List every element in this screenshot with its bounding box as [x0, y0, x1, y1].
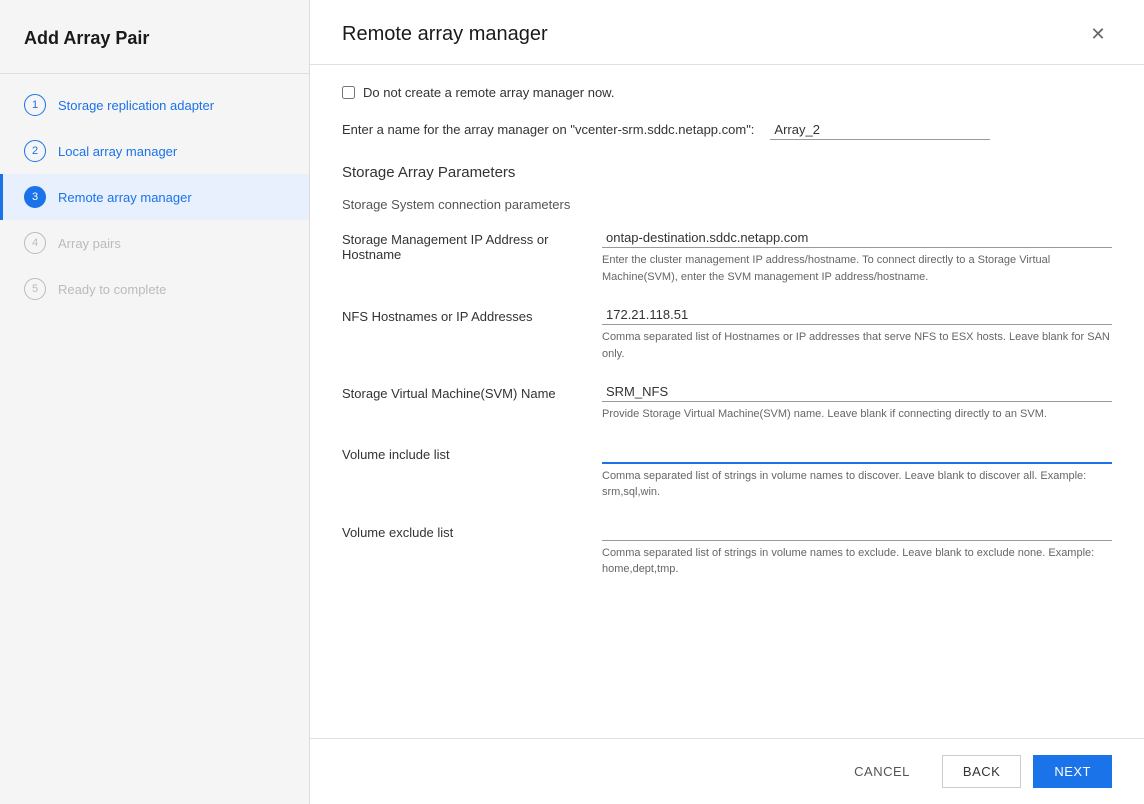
back-button[interactable]: BACK: [942, 755, 1021, 788]
volume-exclude-right: Comma separated list of strings in volum…: [602, 521, 1112, 578]
storage-mgmt-ip-right: Enter the cluster management IP address/…: [602, 228, 1112, 285]
main-header: Remote array manager ✕: [310, 0, 1144, 65]
section-subheader: Storage System connection parameters: [342, 197, 1112, 212]
storage-mgmt-ip-row: Storage Management IP Address or Hostnam…: [342, 228, 1112, 285]
svm-name-label: Storage Virtual Machine(SVM) Name: [342, 382, 602, 401]
step-3-label: Remote array manager: [58, 190, 192, 205]
nfs-hostnames-label: NFS Hostnames or IP Addresses: [342, 305, 602, 324]
storage-mgmt-ip-input[interactable]: [602, 228, 1112, 248]
main-body: Do not create a remote array manager now…: [310, 65, 1144, 738]
no-remote-manager-row: Do not create a remote array manager now…: [342, 85, 1112, 100]
step-4-number: 4: [24, 232, 46, 254]
volume-exclude-row: Volume exclude list Comma separated list…: [342, 521, 1112, 578]
nfs-hostnames-hint: Comma separated list of Hostnames or IP …: [602, 329, 1112, 362]
step-1-label: Storage replication adapter: [58, 98, 214, 113]
volume-exclude-hint: Comma separated list of strings in volum…: [602, 545, 1112, 578]
checkbox-label: Do not create a remote array manager now…: [363, 85, 614, 100]
add-array-pair-dialog: Add Array Pair 1 Storage replication ada…: [0, 0, 1144, 804]
sidebar-step-3[interactable]: 3 Remote array manager: [0, 174, 309, 220]
step-5-number: 5: [24, 278, 46, 300]
section-header: Storage Array Parameters: [342, 164, 1112, 181]
dialog-title: Add Array Pair: [0, 0, 309, 74]
close-button[interactable]: ✕: [1084, 20, 1112, 48]
nfs-hostnames-input[interactable]: [602, 305, 1112, 325]
array-name-label: Enter a name for the array manager on "v…: [342, 122, 754, 137]
step-3-number: 3: [24, 186, 46, 208]
dialog-footer: CANCEL BACK NEXT: [310, 738, 1144, 804]
sidebar-step-5: 5 Ready to complete: [0, 266, 309, 312]
step-2-number: 2: [24, 140, 46, 162]
volume-include-right: Comma separated list of strings in volum…: [602, 443, 1112, 501]
steps-list: 1 Storage replication adapter 2 Local ar…: [0, 74, 309, 320]
cancel-button[interactable]: CANCEL: [834, 756, 930, 787]
storage-mgmt-ip-hint: Enter the cluster management IP address/…: [602, 252, 1112, 285]
step-5-label: Ready to complete: [58, 282, 166, 297]
volume-include-hint: Comma separated list of strings in volum…: [602, 468, 1112, 501]
step-1-number: 1: [24, 94, 46, 116]
next-button[interactable]: NEXT: [1033, 755, 1112, 788]
dialog-body: Add Array Pair 1 Storage replication ada…: [0, 0, 1144, 804]
sidebar-step-4: 4 Array pairs: [0, 220, 309, 266]
svm-name-row: Storage Virtual Machine(SVM) Name Provid…: [342, 382, 1112, 423]
volume-exclude-label: Volume exclude list: [342, 521, 602, 540]
volume-include-row: Volume include list Comma separated list…: [342, 443, 1112, 501]
storage-mgmt-ip-label: Storage Management IP Address or Hostnam…: [342, 228, 602, 262]
volume-include-input[interactable]: [602, 443, 1112, 464]
no-remote-manager-checkbox[interactable]: [342, 86, 355, 99]
volume-exclude-input[interactable]: [602, 521, 1112, 541]
main-title: Remote array manager: [342, 23, 548, 46]
nfs-hostnames-row: NFS Hostnames or IP Addresses Comma sepa…: [342, 305, 1112, 362]
svm-name-input[interactable]: [602, 382, 1112, 402]
sidebar-step-2[interactable]: 2 Local array manager: [0, 128, 309, 174]
svm-name-right: Provide Storage Virtual Machine(SVM) nam…: [602, 382, 1112, 423]
step-4-label: Array pairs: [58, 236, 121, 251]
array-name-input[interactable]: [770, 120, 990, 140]
sidebar: Add Array Pair 1 Storage replication ada…: [0, 0, 310, 804]
main-panel: Remote array manager ✕ Do not create a r…: [310, 0, 1144, 804]
volume-include-label: Volume include list: [342, 443, 602, 462]
sidebar-step-1[interactable]: 1 Storage replication adapter: [0, 82, 309, 128]
svm-name-hint: Provide Storage Virtual Machine(SVM) nam…: [602, 406, 1112, 423]
step-2-label: Local array manager: [58, 144, 177, 159]
array-name-row: Enter a name for the array manager on "v…: [342, 120, 1112, 140]
nfs-hostnames-right: Comma separated list of Hostnames or IP …: [602, 305, 1112, 362]
